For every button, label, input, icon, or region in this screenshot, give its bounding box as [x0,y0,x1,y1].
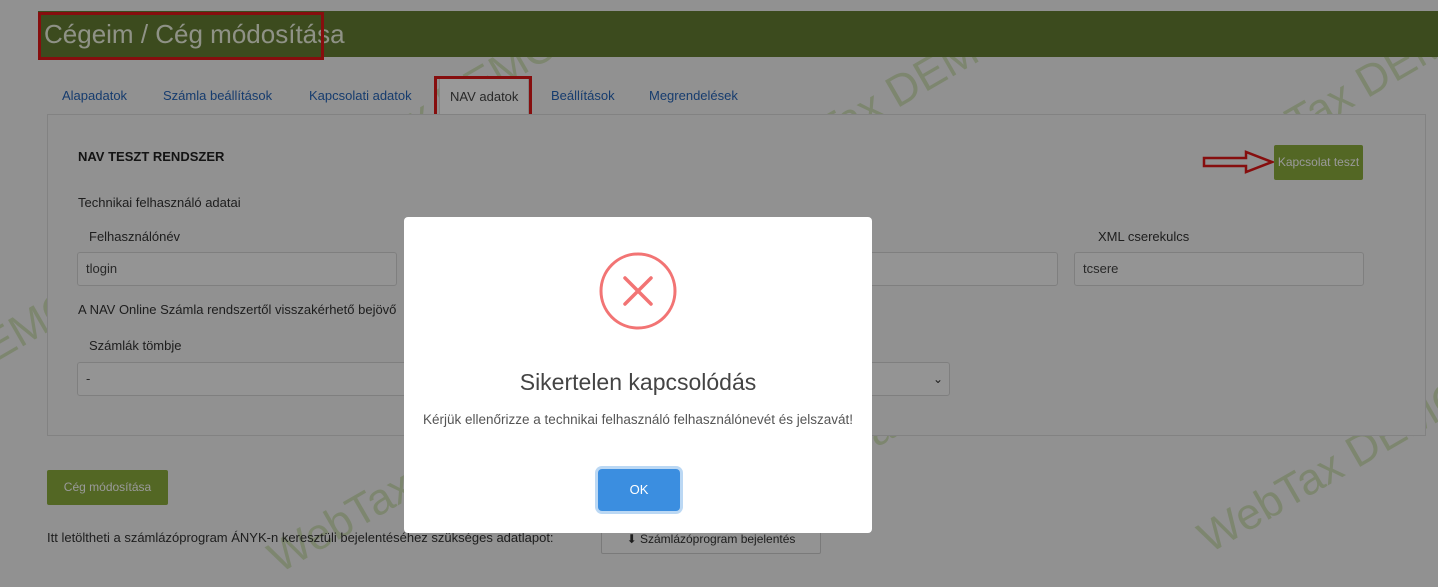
error-x-icon [599,252,677,330]
ok-button[interactable]: OK [598,469,680,511]
dialog-message: Kérjük ellenőrizze a technikai felhaszná… [423,412,853,427]
page: WebTax DEMO WebTax DEMO WebTax DEMO WebT… [0,0,1438,587]
dialog-title: Sikertelen kapcsolódás [519,369,757,395]
error-dialog: Sikertelen kapcsolódás Kérjük ellenőrizz… [404,217,872,533]
